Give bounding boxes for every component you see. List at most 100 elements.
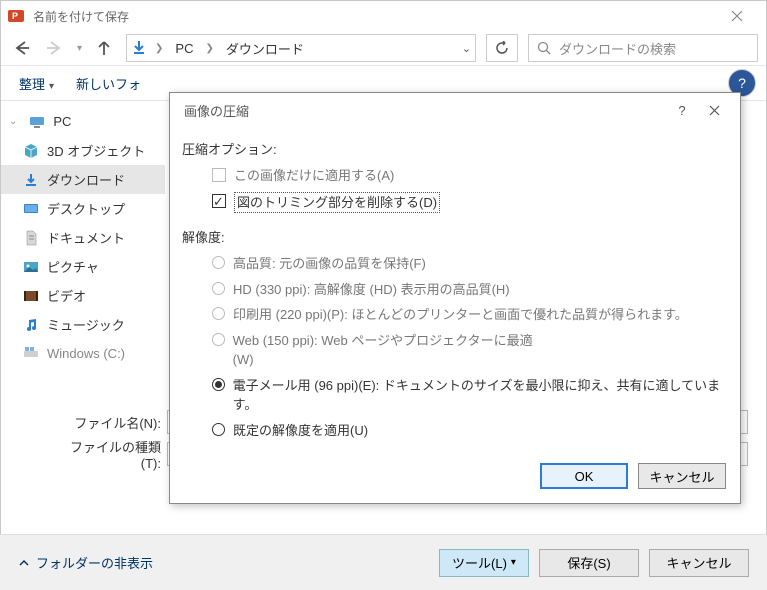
tree-label: Windows (C:) <box>47 346 125 361</box>
tree-item-documents[interactable]: ドキュメント <box>1 223 165 252</box>
hide-folders-button[interactable]: フォルダーの非表示 <box>18 553 153 572</box>
save-button[interactable]: 保存(S) <box>539 549 639 577</box>
radio-high-quality[interactable]: 高品質: 元の画像の品質を保持(F) <box>182 254 728 274</box>
svg-text:P: P <box>12 11 18 21</box>
tree-label: ビデオ <box>47 286 86 305</box>
arrow-up-icon <box>95 39 113 57</box>
dialog-buttons: OK キャンセル <box>170 453 740 503</box>
radio-selected-icon <box>212 378 225 391</box>
tree-item-desktop[interactable]: デスクトップ <box>1 194 165 223</box>
music-icon <box>23 317 39 333</box>
radio-web-150[interactable]: Web (150 ppi): Web ページやプロジェクターに最適(W) <box>182 331 542 370</box>
new-folder-button[interactable]: 新しいフォ <box>68 70 149 97</box>
checkbox-icon <box>212 168 226 182</box>
footer: フォルダーの非表示 ツール(L) ▾ 保存(S) キャンセル <box>0 534 767 590</box>
option-label: 電子メール用 (96 ppi)(E): ドキュメントのサイズを最小限に抑え、共有… <box>233 376 728 415</box>
dialog-title: 画像の圧縮 <box>184 101 666 120</box>
chevron-down-icon: ▾ <box>511 557 516 568</box>
close-button[interactable] <box>714 1 760 31</box>
chevron-up-icon <box>18 557 30 569</box>
ok-label: OK <box>575 469 594 484</box>
option-label: 高品質: 元の画像の品質を保持(F) <box>233 254 426 274</box>
breadcrumb[interactable]: ❯ PC ❯ ダウンロード ⌄ <box>126 34 476 62</box>
new-folder-label: 新しいフォ <box>76 77 141 92</box>
pc-icon <box>29 114 45 130</box>
tree-item-downloads[interactable]: ダウンロード <box>1 165 165 194</box>
tree-item-videos[interactable]: ビデオ <box>1 281 165 310</box>
hide-folders-label: フォルダーの非表示 <box>36 553 153 572</box>
download-icon <box>23 172 39 188</box>
checkbox-delete-trimmed[interactable]: 図のトリミング部分を削除する(D) <box>182 192 728 214</box>
search-placeholder: ダウンロードの検索 <box>559 39 676 58</box>
chevron-down-icon[interactable]: ⌄ <box>462 42 471 55</box>
save-label: 保存(S) <box>567 553 610 572</box>
back-button[interactable] <box>9 36 33 60</box>
help-icon: ? <box>678 103 685 118</box>
search-input[interactable]: ダウンロードの検索 <box>528 34 758 62</box>
dialog-help-button[interactable]: ? <box>666 96 698 124</box>
tree-item-music[interactable]: ミュージック <box>1 310 165 339</box>
crumb-downloads[interactable]: ダウンロード <box>222 37 308 60</box>
tree-item-pc[interactable]: ⌄ PC <box>1 107 165 136</box>
radio-icon <box>212 307 225 320</box>
option-label: 既定の解像度を適用(U) <box>233 421 368 441</box>
resolution-section-heading: 解像度: <box>182 227 728 246</box>
drive-icon <box>23 346 39 362</box>
search-icon <box>537 41 551 55</box>
dialog-titlebar: 画像の圧縮 ? <box>170 93 740 127</box>
option-label: この画像だけに適用する(A) <box>234 166 394 186</box>
organize-button[interactable]: 整理▾ <box>11 70 62 97</box>
chevron-right-icon: ❯ <box>203 43 215 54</box>
dialog-cancel-button[interactable]: キャンセル <box>638 463 726 489</box>
radio-icon <box>212 423 225 436</box>
cancel-label: キャンセル <box>649 467 714 486</box>
checkbox-apply-this-only[interactable]: この画像だけに適用する(A) <box>182 166 728 186</box>
checkbox-checked-icon <box>212 194 226 208</box>
arrow-right-icon <box>45 38 65 58</box>
cube-icon <box>23 143 39 159</box>
chevron-right-icon: ❯ <box>153 43 165 54</box>
tree-label: ピクチャ <box>47 257 99 276</box>
cancel-label: キャンセル <box>666 553 731 572</box>
radio-icon <box>212 333 225 346</box>
radio-email-96[interactable]: 電子メール用 (96 ppi)(E): ドキュメントのサイズを最小限に抑え、共有… <box>182 376 728 415</box>
refresh-icon <box>495 41 509 55</box>
compress-dialog: 画像の圧縮 ? 圧縮オプション: この画像だけに適用する(A) 図のトリミング部… <box>169 92 741 504</box>
refresh-button[interactable] <box>486 34 518 62</box>
compress-section-heading: 圧縮オプション: <box>182 139 728 158</box>
forward-button[interactable] <box>43 36 67 60</box>
tree-label: デスクトップ <box>47 199 125 218</box>
download-icon <box>131 39 147 58</box>
tree-label: ミュージック <box>47 315 125 334</box>
option-label: 印刷用 (220 ppi)(P): ほとんどのプリンターと画面で優れた品質が得ら… <box>233 305 688 325</box>
window-title: 名前を付けて保存 <box>33 8 714 25</box>
tools-button[interactable]: ツール(L) ▾ <box>439 549 529 577</box>
collapse-icon[interactable]: ⌄ <box>9 116 17 127</box>
tree-item-windows-c[interactable]: Windows (C:) <box>1 339 165 368</box>
cancel-button[interactable]: キャンセル <box>649 549 749 577</box>
videos-icon <box>23 288 39 304</box>
tree-label: PC <box>53 114 71 129</box>
tree-item-3d[interactable]: 3D オブジェクト <box>1 136 165 165</box>
tree-label: ドキュメント <box>47 228 125 247</box>
app-icon: P <box>7 7 25 25</box>
filetype-label: ファイルの種類(T): <box>57 437 167 471</box>
history-dropdown[interactable]: ▾ <box>77 43 82 54</box>
option-label: HD (330 ppi): 高解像度 (HD) 表示用の高品質(H) <box>233 280 510 300</box>
tree-label: ダウンロード <box>47 170 125 189</box>
radio-icon <box>212 282 225 295</box>
radio-default[interactable]: 既定の解像度を適用(U) <box>182 421 728 441</box>
ok-button[interactable]: OK <box>540 463 628 489</box>
tree-label: 3D オブジェクト <box>47 141 145 160</box>
tree-item-pictures[interactable]: ピクチャ <box>1 252 165 281</box>
chevron-down-icon: ▾ <box>49 81 54 92</box>
titlebar: P 名前を付けて保存 <box>1 1 766 31</box>
crumb-pc[interactable]: PC <box>171 39 197 58</box>
radio-hd-330[interactable]: HD (330 ppi): 高解像度 (HD) 表示用の高品質(H) <box>182 280 728 300</box>
close-icon <box>731 10 743 22</box>
radio-print-220[interactable]: 印刷用 (220 ppi)(P): ほとんどのプリンターと画面で優れた品質が得ら… <box>182 305 728 325</box>
option-label: 図のトリミング部分を削除する(D) <box>234 192 440 214</box>
dialog-close-button[interactable] <box>698 96 730 124</box>
up-button[interactable] <box>92 36 116 60</box>
radio-icon <box>212 256 225 269</box>
